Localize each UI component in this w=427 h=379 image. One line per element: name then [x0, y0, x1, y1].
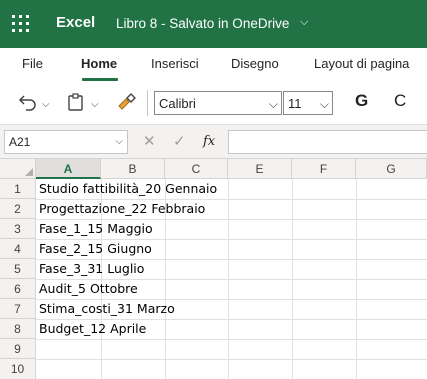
- tab-page-layout[interactable]: Layout di pagina: [314, 56, 409, 71]
- active-tab-indicator: [82, 78, 118, 81]
- select-all-button[interactable]: [0, 159, 36, 179]
- font-size-select[interactable]: 11 ⌵: [283, 91, 333, 115]
- font-size-value: 11: [288, 96, 302, 111]
- paste-button[interactable]: [66, 92, 86, 114]
- font-name-select[interactable]: Calibri ⌵: [154, 91, 282, 115]
- row-header-6[interactable]: 6: [0, 279, 36, 299]
- column-header-g[interactable]: G: [356, 159, 427, 179]
- format-painter-icon: [118, 93, 136, 110]
- font-name-value: Calibri: [159, 96, 196, 111]
- formula-input[interactable]: [228, 130, 427, 154]
- app-name[interactable]: Excel: [56, 14, 95, 31]
- home-toolbar: ⌵ ⌵ Calibri ⌵ 11 ⌵ G C: [0, 82, 427, 124]
- toolbar-divider: [147, 90, 148, 116]
- row-header-5[interactable]: 5: [0, 259, 36, 279]
- cell-a4[interactable]: Fase_2_15 Giugno: [39, 239, 152, 259]
- cell-a6[interactable]: Audit_5 Ottobre: [39, 279, 138, 299]
- gridline: [36, 339, 427, 340]
- cancel-icon[interactable]: ✕: [143, 132, 156, 150]
- tab-draw[interactable]: Disegno: [231, 56, 279, 71]
- insert-function-icon[interactable]: fx: [203, 134, 215, 149]
- row-header-4[interactable]: 4: [0, 239, 36, 259]
- formula-actions: ✕ ✓ fx: [133, 130, 225, 154]
- row-header-8[interactable]: 8: [0, 319, 36, 339]
- tab-home[interactable]: Home: [81, 56, 117, 71]
- chevron-down-icon: ⌵: [319, 97, 329, 111]
- paste-dropdown[interactable]: ⌵: [91, 94, 99, 116]
- format-painter-button[interactable]: [116, 92, 138, 114]
- tab-file[interactable]: File: [22, 56, 43, 71]
- paste-icon: [68, 93, 83, 111]
- row-header-2[interactable]: 2: [0, 199, 36, 219]
- chevron-down-icon: ⌵: [268, 97, 278, 111]
- cell-a3[interactable]: Fase_1_15 Maggio: [39, 219, 153, 239]
- enter-icon[interactable]: ✓: [173, 132, 186, 150]
- gridline: [36, 359, 427, 360]
- italic-button[interactable]: C: [394, 91, 406, 111]
- column-header-e[interactable]: E: [228, 159, 292, 179]
- name-box-value: A21: [9, 135, 31, 149]
- row-header-10[interactable]: 10: [0, 359, 36, 379]
- tab-insert[interactable]: Inserisci: [151, 56, 199, 71]
- cell-a5[interactable]: Fase_3_31 Luglio: [39, 259, 144, 279]
- row-header-1[interactable]: 1: [0, 179, 36, 199]
- document-title[interactable]: Libro 8 - Salvato in OneDrive: [116, 16, 289, 31]
- column-header-c[interactable]: C: [165, 159, 228, 179]
- row-header-9[interactable]: 9: [0, 339, 36, 359]
- bold-button[interactable]: G: [355, 91, 368, 111]
- cell-a1[interactable]: Studio fattibilità_20 Gennaio: [39, 179, 217, 199]
- column-header-b[interactable]: B: [101, 159, 165, 179]
- row-header-7[interactable]: 7: [0, 299, 36, 319]
- row-header-3[interactable]: 3: [0, 219, 36, 239]
- column-header-a[interactable]: A: [36, 159, 101, 179]
- cell-a7[interactable]: Stima_costi_31 Marzo: [39, 299, 175, 319]
- worksheet-grid: A B C E F G 1 2 3 4 5 6 7 8 9 10 Studio …: [0, 158, 427, 379]
- chevron-down-icon[interactable]: ⌵: [300, 16, 308, 29]
- app-launcher-icon[interactable]: [12, 15, 30, 33]
- undo-icon: [18, 95, 36, 111]
- formula-bar: A21 ⌵ ✕ ✓ fx: [0, 124, 427, 158]
- title-bar: Excel Libro 8 - Salvato in OneDrive ⌵: [0, 0, 427, 48]
- column-header-f[interactable]: F: [292, 159, 356, 179]
- undo-dropdown[interactable]: ⌵: [42, 94, 50, 116]
- cell-a8[interactable]: Budget_12 Aprile: [39, 319, 146, 339]
- cell-a2[interactable]: Progettazione_22 Febbraio: [39, 199, 205, 219]
- ribbon-tabs: File Home Inserisci Disegno Layout di pa…: [0, 48, 427, 82]
- name-box[interactable]: A21 ⌵: [4, 130, 128, 154]
- chevron-down-icon: ⌵: [115, 136, 123, 147]
- undo-button[interactable]: [18, 92, 38, 114]
